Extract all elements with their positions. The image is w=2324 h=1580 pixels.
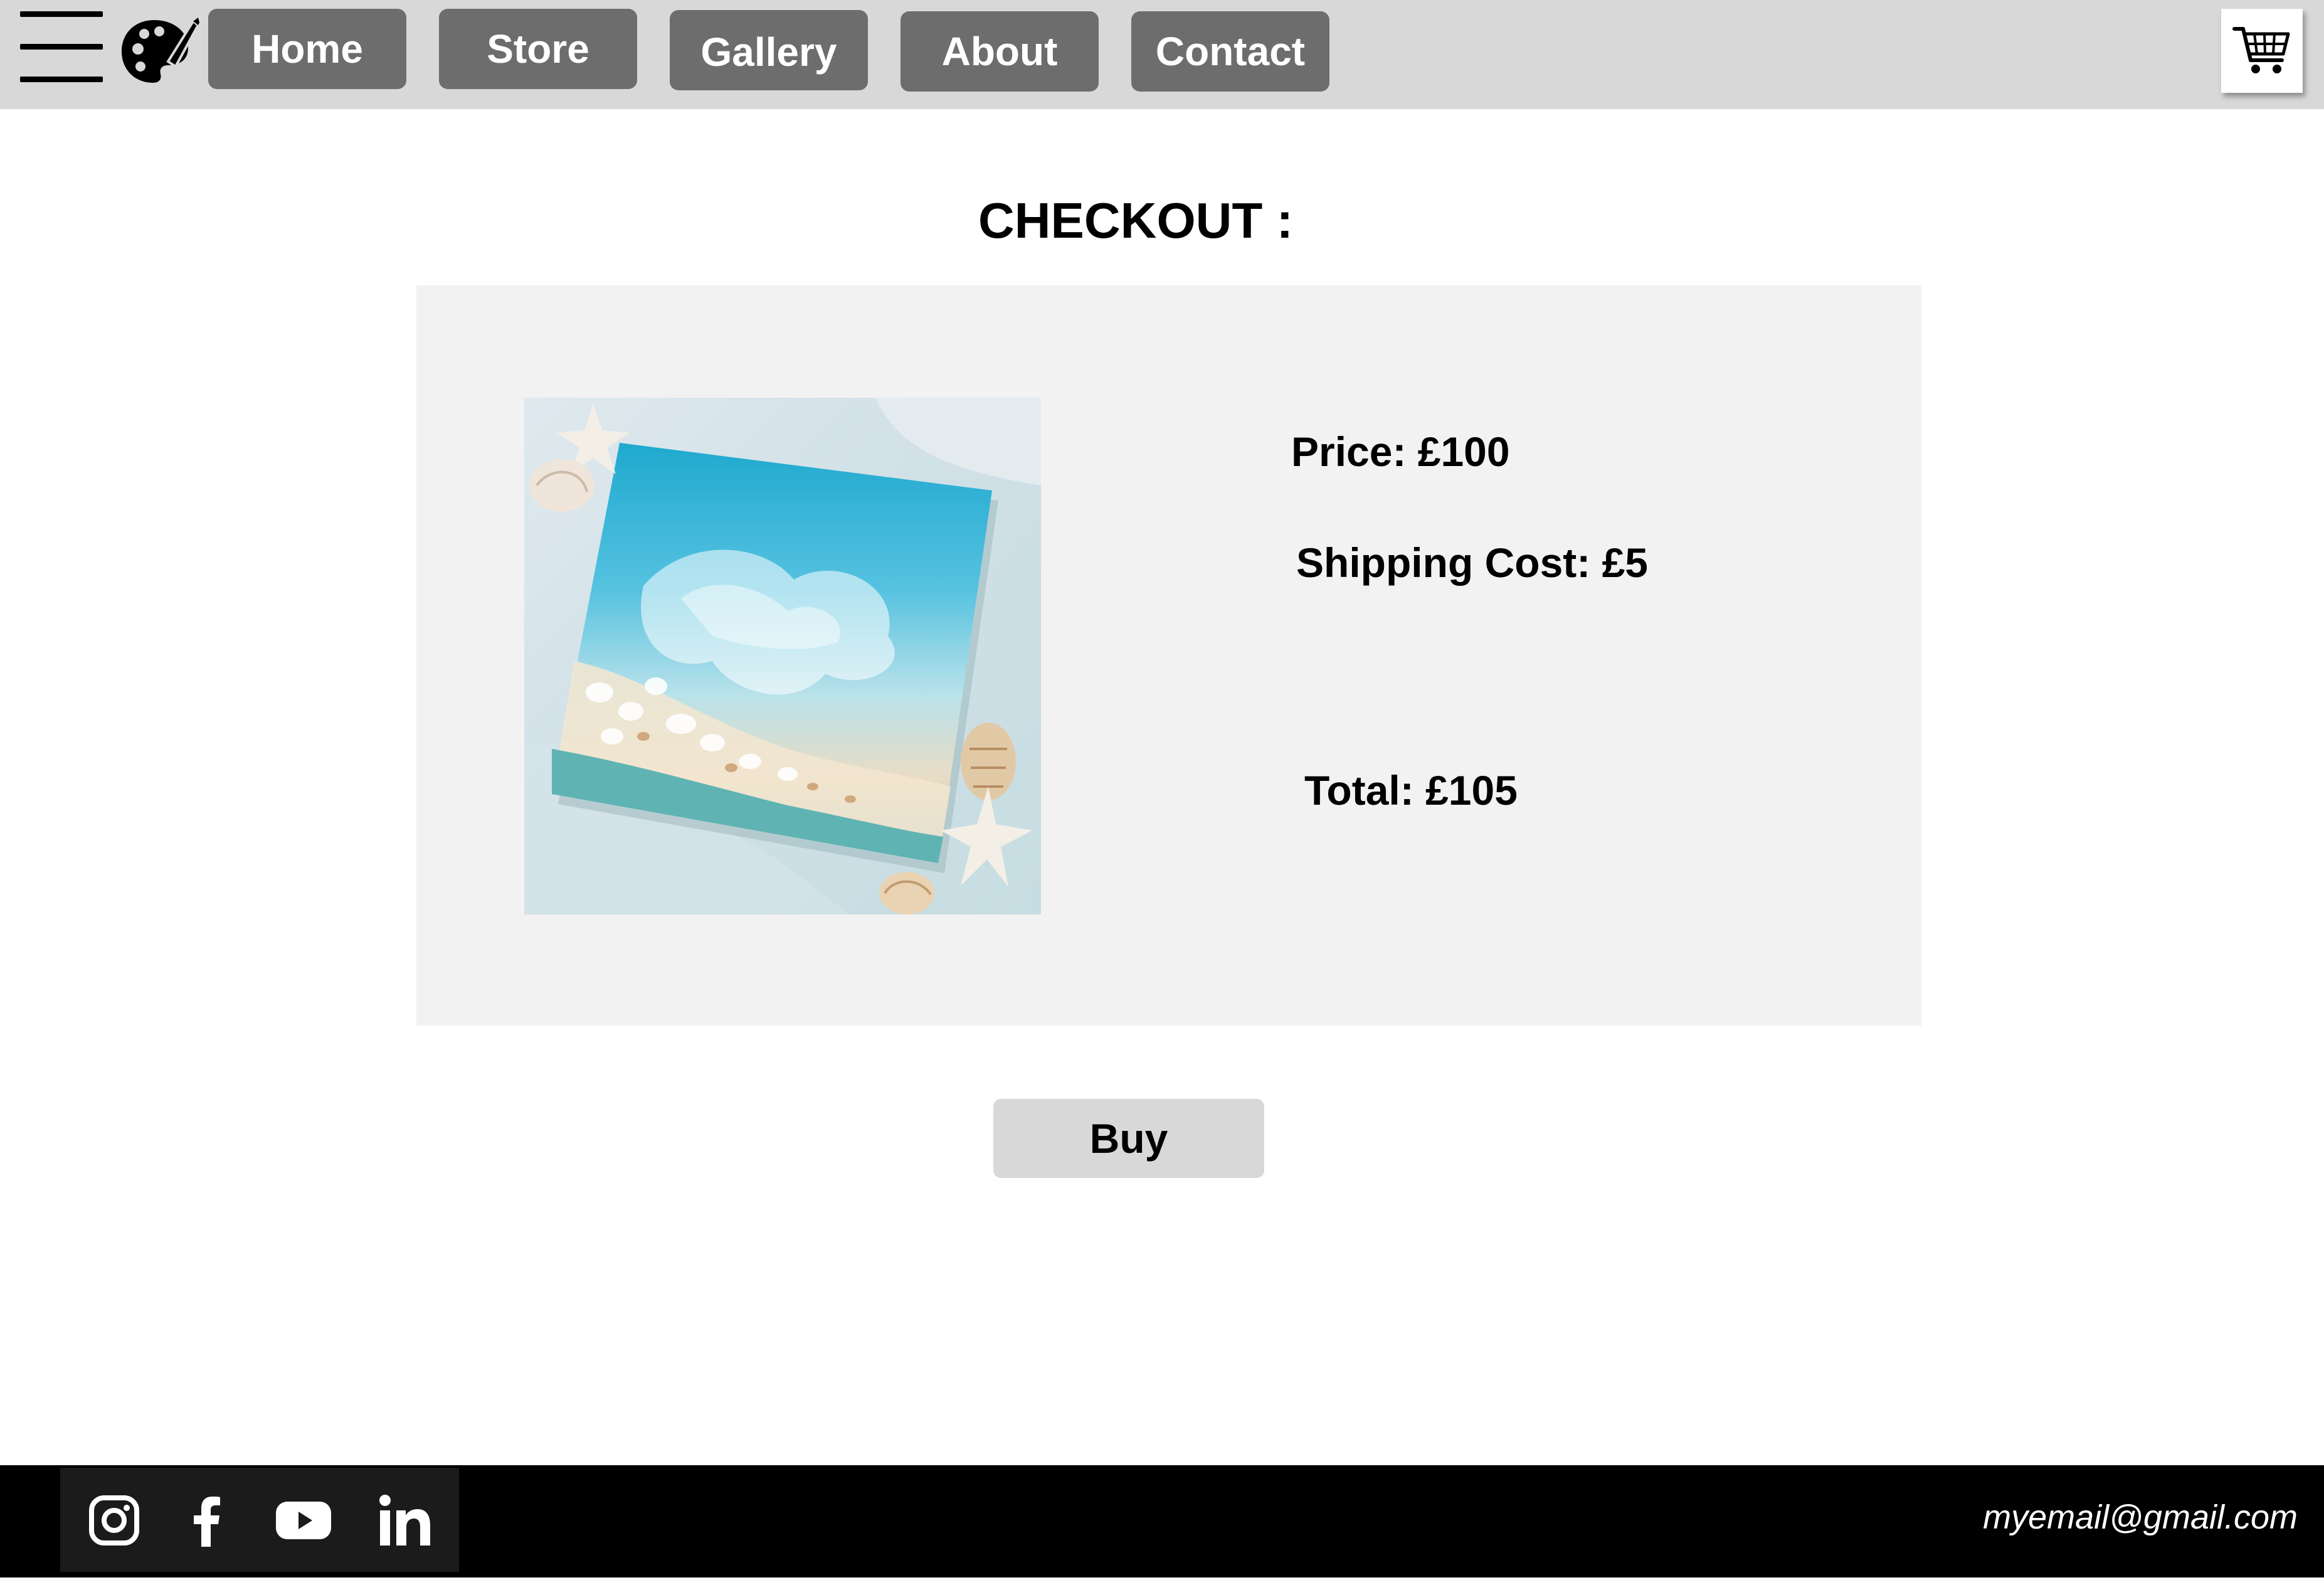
linkedin-icon[interactable] (374, 1490, 434, 1551)
top-navigation-bar: Home Store Gallery About Contact (0, 0, 2324, 109)
youtube-icon[interactable] (273, 1490, 334, 1551)
page-title: CHECKOUT : (978, 193, 1294, 248)
shipping-cost-text: Shipping Cost: £5 (1296, 539, 1648, 586)
instagram-icon[interactable] (84, 1490, 144, 1551)
buy-button[interactable]: Buy (993, 1099, 1264, 1178)
nav-home-button[interactable]: Home (208, 9, 406, 89)
hamburger-menu-icon[interactable] (18, 9, 105, 85)
social-links (60, 1468, 459, 1572)
nav-about-button[interactable]: About (901, 11, 1099, 92)
shopping-cart-icon (2232, 27, 2290, 73)
price-text: Price: £100 (1291, 428, 1510, 475)
nav-store-button[interactable]: Store (439, 9, 637, 89)
facebook-icon[interactable] (177, 1490, 237, 1551)
footer: myemail@gmail.com (0, 1465, 2324, 1577)
paint-palette-icon (122, 18, 199, 83)
nav-contact-button[interactable]: Contact (1131, 11, 1329, 92)
contact-email-link[interactable]: myemail@gmail.com (1983, 1498, 2298, 1537)
total-text: Total: £105 (1304, 767, 1518, 814)
product-image (524, 398, 1041, 915)
shopping-cart-button[interactable] (2221, 9, 2303, 93)
nav-gallery-button[interactable]: Gallery (670, 10, 868, 90)
